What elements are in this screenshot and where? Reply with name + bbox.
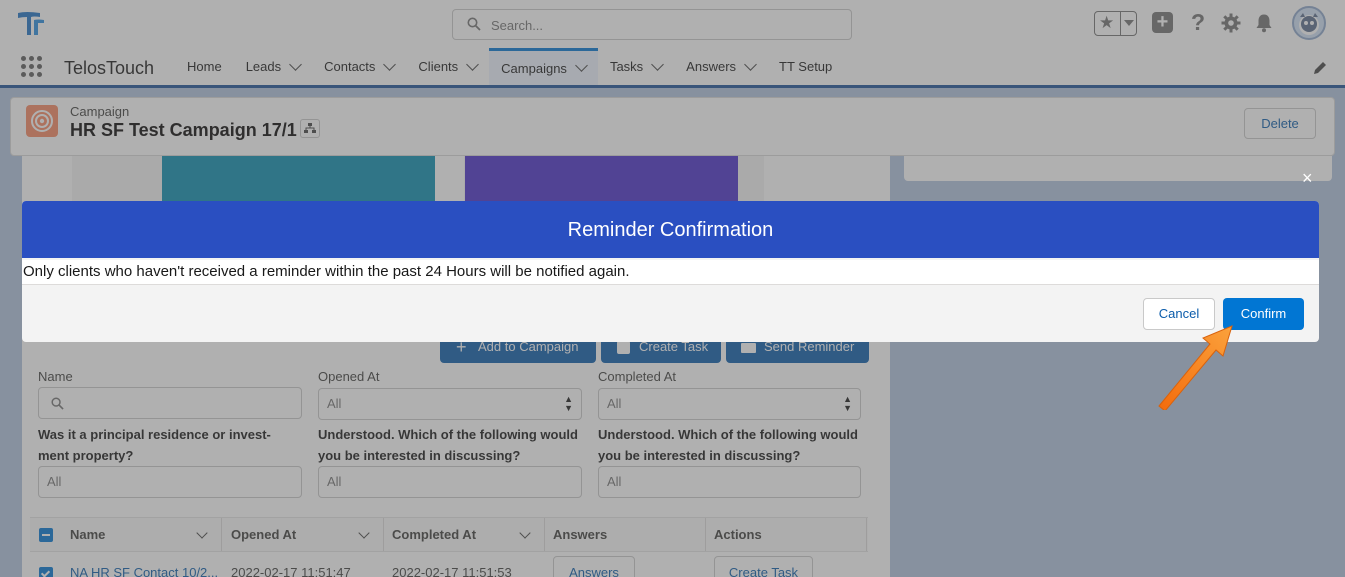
modal-header: Reminder Confirmation bbox=[22, 201, 1319, 258]
modal-message: Only clients who haven't received a remi… bbox=[23, 263, 630, 280]
close-icon[interactable]: × bbox=[1302, 169, 1313, 187]
orange-pointer-arrow-icon bbox=[1158, 325, 1233, 410]
modal-body: Only clients who haven't received a remi… bbox=[22, 260, 1319, 285]
reminder-confirmation-modal: Reminder Confirmation Only clients who h… bbox=[22, 201, 1319, 342]
modal-title: Reminder Confirmation bbox=[567, 219, 774, 241]
